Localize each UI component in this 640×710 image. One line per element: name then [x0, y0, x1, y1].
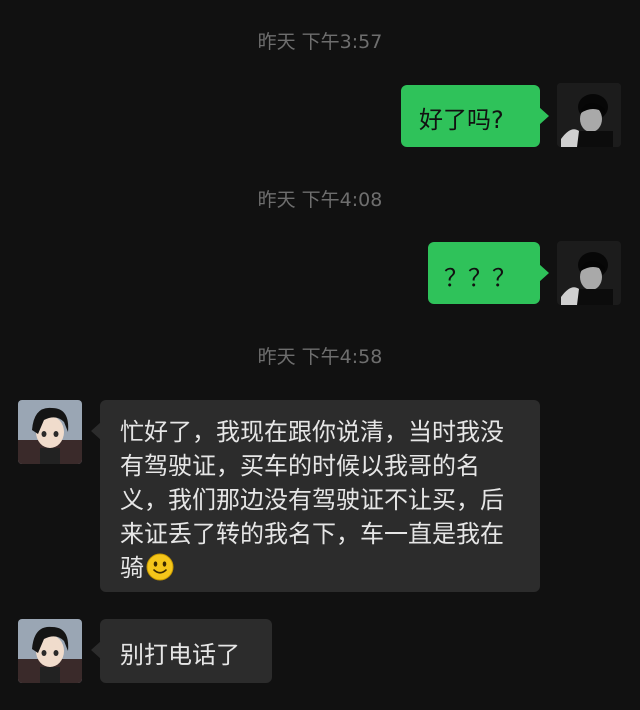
timestamp: 昨天 下午4:58	[257, 346, 383, 368]
user-avatar-photo-icon	[557, 241, 621, 305]
user-avatar[interactable]	[557, 83, 621, 147]
message-text: 别打电话了	[120, 641, 240, 669]
timestamp: 昨天 下午3:57	[257, 31, 383, 53]
message-text: ？？？	[444, 264, 516, 292]
timestamp: 昨天 下午4:08	[257, 189, 383, 211]
contact-avatar[interactable]	[18, 400, 82, 464]
contact-avatar[interactable]	[18, 619, 82, 683]
user-avatar[interactable]	[557, 241, 621, 305]
anime-avatar-icon	[18, 400, 82, 464]
outgoing-message-bubble[interactable]: 好了吗?	[401, 85, 549, 147]
incoming-message-bubble[interactable]: 忙好了，我现在跟你说清，当时我没有驾驶证，买车的时候以我哥的名义，我们那边没有驾…	[91, 400, 540, 592]
anime-avatar-icon	[18, 619, 82, 683]
outgoing-message-bubble[interactable]: ？？？	[428, 242, 549, 304]
message-text: 好了吗?	[419, 106, 504, 134]
user-avatar-photo-icon	[557, 83, 621, 147]
message-text: 忙好了，我现在跟你说清，当时我没有驾驶证，买车的时候以我哥的名义，我们那边没有驾…	[120, 418, 504, 582]
incoming-message-bubble[interactable]: 别打电话了	[91, 619, 272, 683]
smile-emoji-icon	[146, 553, 174, 581]
